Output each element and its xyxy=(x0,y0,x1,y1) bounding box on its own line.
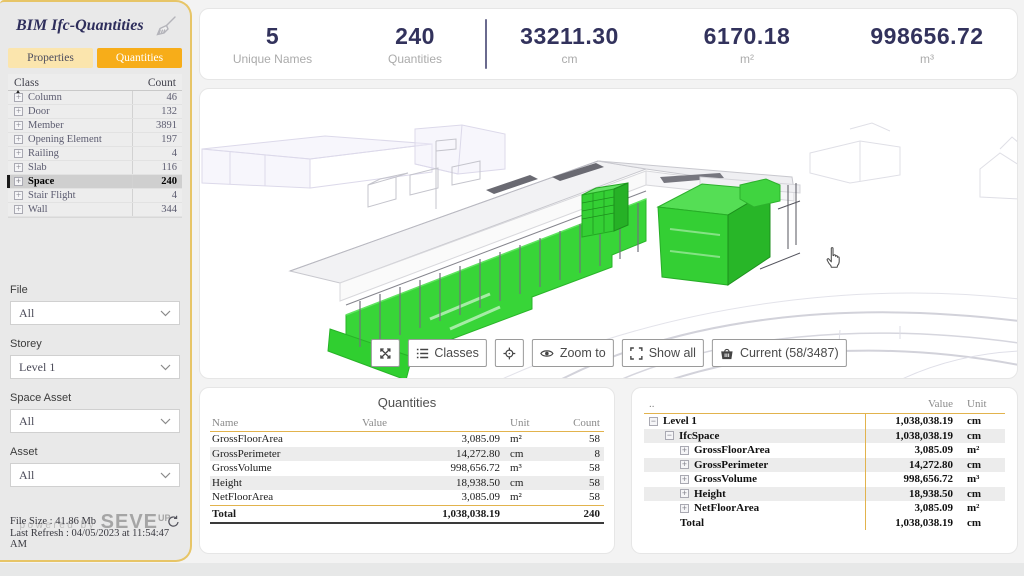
file-size-text: File Size : 41.86 Mb xyxy=(10,516,96,527)
quantities-table-card: Quantities Name Value Unit Count GrossFl… xyxy=(199,387,615,554)
crosshair-icon xyxy=(503,347,516,360)
window-bottom-strip xyxy=(0,563,1024,576)
expand-plus-icon[interactable] xyxy=(14,177,23,186)
space-asset-dropdown[interactable]: All xyxy=(10,409,180,433)
expand-plus-icon[interactable] xyxy=(680,475,689,484)
table-row[interactable]: GrossPerimeter 14,272.80 cm 8 xyxy=(210,447,604,462)
count-column-header[interactable]: Count xyxy=(148,77,176,89)
collapse-minus-icon[interactable] xyxy=(649,417,658,426)
bim-model-canvas[interactable] xyxy=(200,89,1018,379)
stat-area-m2: 6170.18 m² xyxy=(652,23,842,66)
matrix-row-grossfloorarea[interactable]: GrossFloorArea 3,085.09 m² xyxy=(644,443,1005,458)
app-title: BIM Ifc-Quantities xyxy=(16,17,144,35)
class-row-wall[interactable]: Wall 344 xyxy=(8,203,182,217)
class-row-stair-flight[interactable]: Stair Flight 4 xyxy=(8,189,182,203)
table-row[interactable]: GrossVolume 998,656.72 m³ 58 xyxy=(210,461,604,476)
filter-label-file: File xyxy=(10,284,180,296)
eye-icon xyxy=(540,347,554,360)
class-row-column[interactable]: Column 46 xyxy=(8,91,182,105)
table-row[interactable]: NetFloorArea 3,085.09 m² 58 xyxy=(210,490,604,505)
class-table: Class Count Column 46 Door 132 Member 38… xyxy=(8,74,182,218)
cursor-hand-icon xyxy=(827,248,839,268)
viewer-target-button[interactable] xyxy=(495,339,524,367)
class-row-member[interactable]: Member 3891 xyxy=(8,119,182,133)
file-dropdown[interactable]: All xyxy=(10,301,180,325)
matrix-row-netfloorarea[interactable]: NetFloorArea 3,085.09 m² xyxy=(644,501,1005,516)
table-row[interactable]: Height 18,938.50 cm 58 xyxy=(210,476,604,491)
tab-quantities[interactable]: Quantities xyxy=(97,48,182,68)
class-column-header[interactable]: Class xyxy=(14,77,39,89)
expand-plus-icon[interactable] xyxy=(14,135,23,144)
chevron-down-icon xyxy=(160,364,171,371)
class-table-header: Class Count xyxy=(8,74,182,91)
expand-plus-icon[interactable] xyxy=(14,121,23,130)
show-all-icon xyxy=(630,347,643,360)
refresh-icon[interactable] xyxy=(167,515,180,528)
viewer-zoom-to-button[interactable]: Zoom to xyxy=(532,339,614,367)
viewer-move-button[interactable] xyxy=(370,339,399,367)
list-icon xyxy=(415,347,428,360)
stat-unique-names: 5 Unique Names xyxy=(200,23,345,66)
sidebar-tabs: Properties Quantities xyxy=(0,44,190,68)
table-total-row: Total 1,038,038.19 240 xyxy=(210,505,604,524)
expand-plus-icon[interactable] xyxy=(680,460,689,469)
move-icon xyxy=(378,347,391,360)
class-row-space-selected[interactable]: Space 240 xyxy=(8,175,182,189)
filter-label-space-asset: Space Asset xyxy=(10,392,180,404)
expand-plus-icon[interactable] xyxy=(14,107,23,116)
stat-length-cm: 33211.30 cm xyxy=(487,23,652,66)
matrix-row-level1[interactable]: Level 1 1,038,038.19 cm xyxy=(644,414,1005,429)
quantities-table-title: Quantities xyxy=(210,395,604,410)
table-row[interactable]: GrossFloorArea 3,085.09 m² 58 xyxy=(210,432,604,447)
expand-plus-icon[interactable] xyxy=(680,446,689,455)
chevron-down-icon xyxy=(160,472,171,479)
expand-plus-icon[interactable] xyxy=(680,489,689,498)
matrix-row-grossvolume[interactable]: GrossVolume 998,656.72 m³ xyxy=(644,472,1005,487)
expand-plus-icon[interactable] xyxy=(14,93,23,102)
class-row-door[interactable]: Door 132 xyxy=(8,105,182,119)
class-row-slab[interactable]: Slab 116 xyxy=(8,161,182,175)
stat-volume-m3: 998656.72 m³ xyxy=(842,23,1012,66)
expand-plus-icon[interactable] xyxy=(14,191,23,200)
matrix-row-height[interactable]: Height 18,938.50 cm xyxy=(644,487,1005,502)
matrix-row-ifcspace[interactable]: IfcSpace 1,038,038.19 cm xyxy=(644,429,1005,444)
broom-icon xyxy=(154,14,178,38)
collapse-minus-icon[interactable] xyxy=(665,431,674,440)
chevron-down-icon xyxy=(160,310,171,317)
filter-label-asset: Asset xyxy=(10,446,180,458)
filter-label-storey: Storey xyxy=(10,338,180,350)
matrix-table-card: .. Value Unit Level 1 1,038,038.19 cm If… xyxy=(631,387,1018,554)
class-row-railing[interactable]: Railing 4 xyxy=(8,147,182,161)
matrix-total-row: Total 1,038,038.19 cm xyxy=(644,516,1005,531)
basket-icon xyxy=(720,347,734,360)
kpi-stats-card: 5 Unique Names 240 Quantities 33211.30 c… xyxy=(199,8,1018,80)
tab-properties[interactable]: Properties xyxy=(8,48,93,68)
expand-plus-icon[interactable] xyxy=(680,504,689,513)
last-refresh-text: Last Refresh : 04/05/2023 at 11:54:47 AM xyxy=(10,528,180,550)
class-row-opening-element[interactable]: Opening Element 197 xyxy=(8,133,182,147)
viewer-current-selection-button[interactable]: Current (58/3487) xyxy=(712,339,847,367)
3d-viewer[interactable]: Classes Zoom to xyxy=(199,88,1018,379)
expand-plus-icon[interactable] xyxy=(14,163,23,172)
viewer-toolbar: Classes Zoom to xyxy=(370,339,846,367)
expand-plus-icon[interactable] xyxy=(14,205,23,214)
storey-dropdown[interactable]: Level 1 xyxy=(10,355,180,379)
sidebar: BIM Ifc-Quantities Properties Quantities… xyxy=(0,0,192,562)
expand-plus-icon[interactable] xyxy=(14,149,23,158)
asset-dropdown[interactable]: All xyxy=(10,463,180,487)
matrix-row-grossperimeter[interactable]: GrossPerimeter 14,272.80 cm xyxy=(644,458,1005,473)
matrix-table-header: .. Value Unit xyxy=(644,395,1005,414)
quantities-table-header: Name Value Unit Count xyxy=(210,414,604,432)
viewer-show-all-button[interactable]: Show all xyxy=(622,339,704,367)
chevron-down-icon xyxy=(160,418,171,425)
viewer-classes-button[interactable]: Classes xyxy=(407,339,486,367)
stat-quantities: 240 Quantities xyxy=(345,23,485,66)
